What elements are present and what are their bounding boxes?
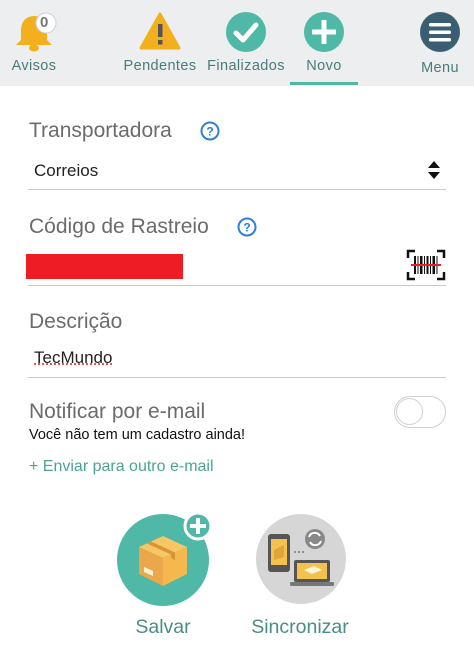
nav-menu[interactable]: Menu <box>412 0 468 86</box>
carrier-help-icon[interactable]: ? <box>200 121 220 141</box>
tracking-divider <box>28 285 446 286</box>
svg-text:?: ? <box>243 221 250 235</box>
send-other-email-link[interactable]: + Enviar para outro e-mail <box>29 458 214 476</box>
bell-icon <box>16 12 57 52</box>
active-tab-indicator <box>290 82 358 85</box>
description-label: Descrição <box>29 310 123 333</box>
nav-pendentes[interactable]: Pendentes <box>120 0 200 86</box>
nav-label-finalizados: Finalizados <box>207 58 285 74</box>
description-divider <box>28 377 446 378</box>
save-label: Salvar <box>135 616 191 638</box>
barcode-scan-icon[interactable] <box>406 249 446 281</box>
carrier-select-value: Correios <box>34 161 99 180</box>
sync-devices-icon <box>256 514 346 604</box>
nav-avisos[interactable]: 0 Avisos <box>4 0 64 86</box>
nav-finalizados[interactable]: Finalizados <box>203 0 289 86</box>
hamburger-icon <box>420 12 460 52</box>
notification-badge: 0 <box>40 14 49 31</box>
nav-novo[interactable]: Novo <box>293 0 355 86</box>
nav-label-avisos: Avisos <box>11 58 57 74</box>
plus-icon <box>304 12 344 52</box>
top-navigation: 0 Avisos Pendentes Finalizados Novo Menu <box>0 0 474 86</box>
no-account-note: Você não tem um cadastro ainda! <box>29 427 246 443</box>
notify-label: Notificar por e-mail <box>29 400 206 423</box>
sync-label: Sincronizar <box>251 616 349 638</box>
sync-button[interactable]: Sincronizar <box>242 512 358 647</box>
toggle-knob <box>396 398 423 425</box>
notify-email-toggle[interactable] <box>394 396 446 428</box>
description-input-value: TecMundo <box>34 348 113 367</box>
nav-label-pendentes: Pendentes <box>123 58 197 74</box>
carrier-label: Transportadora <box>29 119 172 142</box>
nav-label-novo: Novo <box>306 58 342 74</box>
carrier-divider <box>28 189 446 190</box>
description-input[interactable]: TecMundo <box>28 340 446 376</box>
save-button[interactable]: Salvar <box>110 512 216 647</box>
sort-arrows-icon <box>428 161 440 179</box>
package-add-icon <box>117 512 213 606</box>
nav-label-menu: Menu <box>421 60 459 76</box>
svg-text:?: ? <box>206 125 213 139</box>
tracking-help-icon[interactable]: ? <box>237 217 257 237</box>
tracking-label: Código de Rastreio <box>29 215 209 238</box>
carrier-select[interactable]: Correios <box>28 154 446 188</box>
warning-icon <box>139 12 181 50</box>
check-icon <box>226 12 266 52</box>
redacted-tracking-code <box>26 254 183 279</box>
